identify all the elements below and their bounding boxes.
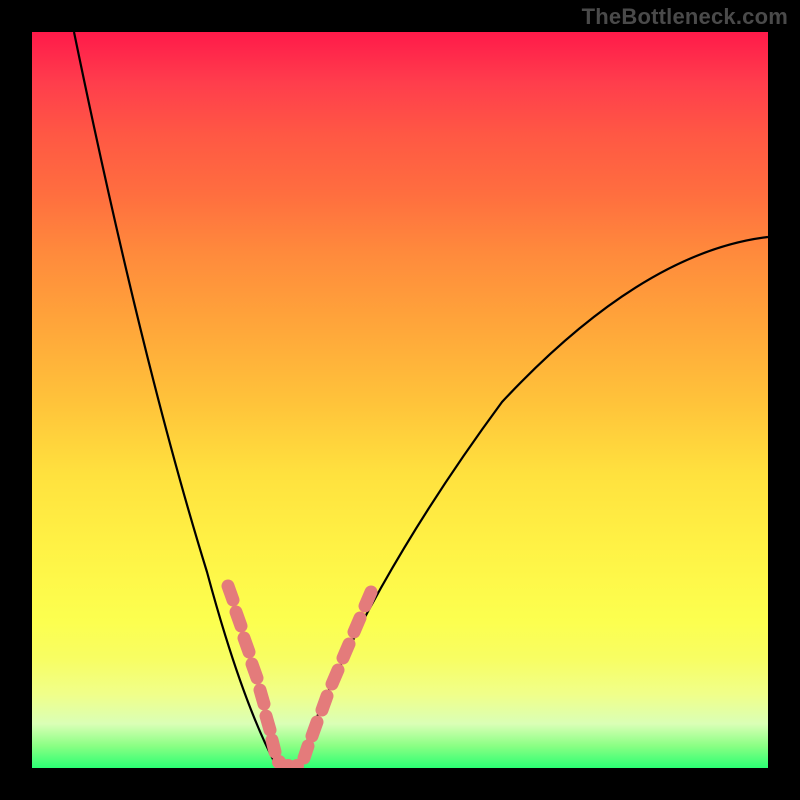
chart-frame: TheBottleneck.com [0,0,800,800]
chart-svg [32,32,768,768]
watermark-text: TheBottleneck.com [582,4,788,30]
right-curve [297,237,768,767]
dotted-segment [228,586,371,768]
plot-area [32,32,768,768]
